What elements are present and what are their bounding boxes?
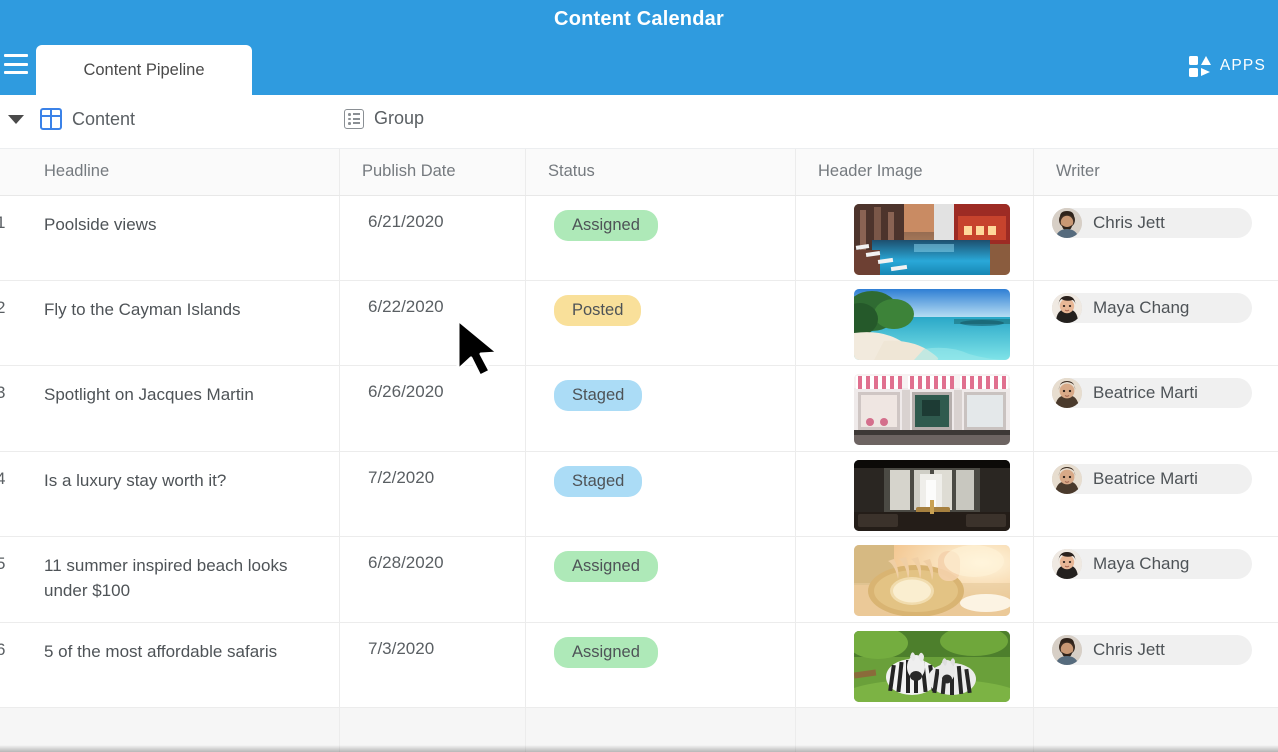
row-number-cell: 4: [0, 469, 6, 488]
toolbar-item-label: Content: [72, 108, 136, 129]
thumbnail-hotel-pool-at-dusk: [854, 204, 1010, 275]
list-view-icon: [344, 108, 364, 129]
caret-down-icon[interactable]: [8, 115, 24, 124]
column-header-status[interactable]: Status: [526, 149, 796, 195]
cell-publish-date[interactable]: 6/22/2020: [340, 281, 526, 365]
writer-name: Beatrice Marti: [1093, 383, 1198, 402]
avatar: [1052, 293, 1082, 323]
row-number-cell: 3: [0, 383, 6, 402]
row-number-cell: 1: [0, 213, 6, 232]
cell-writer[interactable]: Chris Jett: [1034, 196, 1278, 280]
cell-headline[interactable]: 5 of the most affordable safaris: [22, 623, 340, 707]
writer-name: Chris Jett: [1093, 640, 1165, 659]
cell-writer[interactable]: Beatrice Marti: [1034, 452, 1278, 536]
writer-name: Maya Chang: [1093, 554, 1190, 573]
status-badge: Assigned: [554, 637, 658, 668]
cell-headline[interactable]: 11 summer inspired beach looks under $10…: [22, 537, 340, 622]
column-header-header-image[interactable]: Header Image: [796, 149, 1034, 195]
status-badge: Assigned: [554, 210, 658, 241]
cell-writer[interactable]: Chris Jett: [1034, 623, 1278, 707]
cell-status[interactable]: Assigned: [526, 623, 796, 707]
cell-writer[interactable]: Maya Chang: [1034, 537, 1278, 622]
cell-status[interactable]: Assigned: [526, 196, 796, 280]
cell-header-image[interactable]: [796, 452, 1034, 536]
avatar: [1052, 549, 1082, 579]
status-badge: Staged: [554, 466, 643, 497]
page-title: Content Calendar: [554, 8, 724, 30]
tab-content-pipeline[interactable]: Content Pipeline: [36, 45, 252, 95]
tab-label: Content Pipeline: [83, 60, 205, 79]
cell-headline[interactable]: Fly to the Cayman Islands: [22, 281, 340, 365]
cell-writer[interactable]: Maya Chang: [1034, 281, 1278, 365]
status-badge: Assigned: [554, 551, 658, 582]
cell-headline[interactable]: Is a luxury stay worth it?: [22, 452, 340, 536]
toolbar-item-group[interactable]: Group: [344, 108, 424, 129]
cell-status[interactable]: Staged: [526, 366, 796, 451]
apps-label: APPS: [1219, 57, 1266, 74]
apps-button[interactable]: APPS: [1188, 55, 1266, 77]
writer-name: Beatrice Marti: [1093, 469, 1198, 488]
table-row[interactable]: 2 Fly to the Cayman Islands 6/22/2020 Po…: [0, 281, 1278, 366]
thumbnail-two-zebras-in-green-grass: [854, 631, 1010, 702]
avatar: [1052, 635, 1082, 665]
writer-name: Chris Jett: [1093, 213, 1165, 232]
table-header-row: Headline Publish Date Status Header Imag…: [0, 149, 1278, 196]
cell-writer[interactable]: Beatrice Marti: [1034, 366, 1278, 451]
cell-header-image[interactable]: [796, 623, 1034, 707]
thumbnail-dark-hotel-lobby-interior: [854, 460, 1010, 531]
app-window: Content Calendar Content Pipeline APPS C…: [0, 0, 1278, 752]
writer-chip[interactable]: Chris Jett: [1052, 208, 1252, 238]
table-row[interactable]: 3 Spotlight on Jacques Martin 6/26/2020 …: [0, 366, 1278, 452]
writer-chip[interactable]: Maya Chang: [1052, 549, 1252, 579]
thumbnail-tropical-beach-turquoise-water: [854, 289, 1010, 360]
avatar: [1052, 464, 1082, 494]
avatar: [1052, 208, 1082, 238]
apps-grid-icon: [1188, 55, 1211, 77]
writer-chip[interactable]: Beatrice Marti: [1052, 378, 1252, 408]
column-header-publish-date[interactable]: Publish Date: [340, 149, 526, 195]
table-row[interactable]: 5 11 summer inspired beach looks under $…: [0, 537, 1278, 623]
toolbar-item-label: Group: [374, 108, 425, 128]
cell-header-image[interactable]: [796, 366, 1034, 451]
cell-status[interactable]: Assigned: [526, 537, 796, 622]
status-badge: Staged: [554, 380, 643, 411]
avatar: [1052, 378, 1082, 408]
cell-status[interactable]: Staged: [526, 452, 796, 536]
row-number-cell: 2: [0, 298, 6, 317]
writer-chip[interactable]: Beatrice Marti: [1052, 464, 1252, 494]
cell-headline[interactable]: Spotlight on Jacques Martin: [22, 366, 340, 451]
cell-header-image[interactable]: [796, 281, 1034, 365]
app-header-bar: Content Calendar Content Pipeline APPS: [0, 0, 1278, 95]
cell-publish-date[interactable]: 6/21/2020: [340, 196, 526, 280]
writer-name: Maya Chang: [1093, 298, 1190, 317]
table-row[interactable]: 6 5 of the most affordable safaris 7/3/2…: [0, 623, 1278, 708]
cell-headline[interactable]: Poolside views: [22, 196, 340, 280]
cell-status[interactable]: Posted: [526, 281, 796, 365]
column-header-writer[interactable]: Writer: [1034, 149, 1278, 195]
thumbnail-straw-sun-hat-held-by-hands: [854, 545, 1010, 616]
cell-header-image[interactable]: [796, 537, 1034, 622]
cell-publish-date[interactable]: 6/26/2020: [340, 366, 526, 451]
row-number-cell: 5: [0, 554, 6, 573]
thumbnail-storefront-pink-striped-awnings: [854, 374, 1010, 445]
cell-publish-date[interactable]: 7/3/2020: [340, 623, 526, 707]
cell-publish-date[interactable]: 6/28/2020: [340, 537, 526, 622]
table-row[interactable]: 4 Is a luxury stay worth it? 7/2/2020 St…: [0, 452, 1278, 537]
table-row[interactable]: 1 Poolside views 6/21/2020 Assigned Chri…: [0, 196, 1278, 281]
bottom-shadow: [0, 745, 1278, 752]
writer-chip[interactable]: Maya Chang: [1052, 293, 1252, 323]
toolbar-item-content[interactable]: Content: [40, 108, 135, 130]
data-grid: Headline Publish Date Status Header Imag…: [0, 149, 1278, 752]
view-toolbar: Content Group: [0, 95, 1278, 149]
writer-chip[interactable]: Chris Jett: [1052, 635, 1252, 665]
status-badge: Posted: [554, 295, 642, 326]
column-header-rownum: [0, 149, 22, 195]
row-number-cell: 6: [0, 640, 6, 659]
cell-publish-date[interactable]: 7/2/2020: [340, 452, 526, 536]
column-header-headline[interactable]: Headline: [22, 149, 340, 195]
cell-header-image[interactable]: [796, 196, 1034, 280]
table-grid-icon: [40, 108, 62, 130]
hamburger-menu-icon[interactable]: [4, 54, 28, 74]
